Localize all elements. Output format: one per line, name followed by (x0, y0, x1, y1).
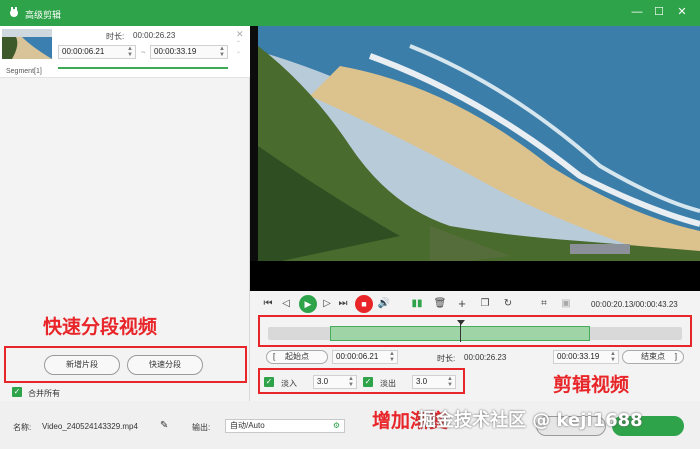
new-segment-button[interactable]: 新增片段 (44, 355, 120, 375)
output-label: 输出: (192, 423, 211, 432)
snapshot-icon[interactable]: ▣ (559, 297, 573, 311)
segment-card[interactable]: Segment[1] 时长: 00:00:26.23 00:00:06.21 ▲… (0, 26, 250, 78)
maximize-button[interactable]: ☐ (652, 5, 666, 19)
video-preview (250, 26, 700, 291)
volume-icon[interactable]: 🔊 (377, 297, 391, 311)
filename-value: Video_240524143329.mp4 (42, 422, 138, 431)
frame-forward-icon[interactable]: ▷ (320, 297, 334, 311)
title-bar: 高级剪辑 — ☐ ✕ (0, 0, 700, 26)
trim-duration: 00:00:26.23 (464, 353, 507, 362)
frame-back-icon[interactable]: ◁ (279, 297, 293, 311)
set-end-button[interactable]: 结束点 ] (622, 350, 684, 364)
segment-delete-icon[interactable]: ✕ (236, 29, 244, 40)
crop-icon[interactable]: ⌗ (537, 297, 551, 311)
segment-start-field[interactable]: 00:00:06.21 ▲ ▼ (58, 45, 136, 59)
window-title: 高级剪辑 (25, 10, 62, 20)
merge-all-checkbox[interactable]: ✓ (12, 387, 22, 397)
spinner-icon[interactable]: ▲ ▼ (348, 376, 354, 388)
split-icon[interactable]: ▮▮ (410, 297, 424, 311)
skip-to-end-icon[interactable]: ⏭ (336, 297, 350, 311)
trim-end-field[interactable]: 00:00:33.19 ▲ ▼ (553, 350, 619, 364)
fade-in-field[interactable]: 3.0 ▲ ▼ (313, 375, 357, 389)
annotation-edit-video: 剪辑视频 (553, 374, 630, 396)
spinner-icon[interactable]: ▲ ▼ (610, 351, 616, 363)
trim-start-field[interactable]: 00:00:06.21 ▲ ▼ (332, 350, 398, 364)
watermark-text: 掘金技术社区 @ keji1688 (418, 410, 643, 431)
filename-label: 名称: (13, 423, 32, 432)
segment-panel: Segment[1] 时长: 00:00:26.23 00:00:06.21 ▲… (0, 26, 250, 401)
skip-to-start-icon[interactable]: ⏮ (261, 297, 275, 311)
copy-icon[interactable]: ❐ (478, 297, 492, 311)
minimize-button[interactable]: — (630, 5, 644, 19)
output-format-select[interactable]: 自动/Auto ⚙ (225, 419, 345, 433)
segment-duration-label: 时长: (106, 32, 125, 41)
segment-duration: 00:00:26.23 (133, 31, 176, 40)
fade-out-field[interactable]: 3.0 ▲ ▼ (412, 375, 456, 389)
quick-split-button[interactable]: 快速分段 (127, 355, 203, 375)
settings-gear-icon[interactable]: ⚙ (333, 420, 340, 432)
segment-end-field[interactable]: 00:00:33.19 ▲ ▼ (150, 45, 228, 59)
annotation-quick-split: 快速分段视频 (43, 316, 158, 338)
app-logo-icon (10, 7, 18, 17)
set-start-button[interactable]: [ 起始点 (266, 350, 328, 364)
playback-timecode: 00:00:20.13/00:00:43.23 (591, 300, 678, 309)
spinner-icon[interactable]: ▲ ▼ (389, 351, 395, 363)
merge-all-label: 合并所有 (28, 389, 60, 398)
add-icon[interactable]: + (455, 297, 469, 311)
segment-reorder-icon[interactable]: ⌃ ⌄ (236, 40, 241, 56)
segment-label: Segment[1] (6, 68, 42, 75)
segment-range-bar (58, 67, 228, 69)
annotation-box-split (4, 346, 247, 383)
fade-in-checkbox[interactable]: ✓ (264, 377, 274, 387)
close-button[interactable]: ✕ (675, 5, 689, 19)
segment-thumbnail (2, 29, 52, 59)
edit-name-icon[interactable]: ✎ (160, 420, 168, 431)
spinner-icon[interactable]: ▲ ▼ (127, 46, 133, 58)
spinner-icon[interactable]: ▲ ▼ (219, 46, 225, 58)
fade-out-label: 淡出 (380, 379, 396, 388)
play-button[interactable]: ▶ (299, 295, 317, 313)
reset-icon[interactable]: ↻ (501, 297, 515, 311)
spinner-icon[interactable]: ▲ ▼ (447, 376, 453, 388)
range-separator: ~ (141, 48, 146, 57)
fade-out-checkbox[interactable]: ✓ (363, 377, 373, 387)
stop-button[interactable]: ■ (355, 295, 373, 313)
trim-duration-label: 时长: (437, 354, 456, 363)
fade-in-label: 淡入 (281, 379, 297, 388)
delete-icon[interactable]: 🗑 (433, 297, 447, 311)
playhead-handle[interactable] (457, 320, 465, 325)
